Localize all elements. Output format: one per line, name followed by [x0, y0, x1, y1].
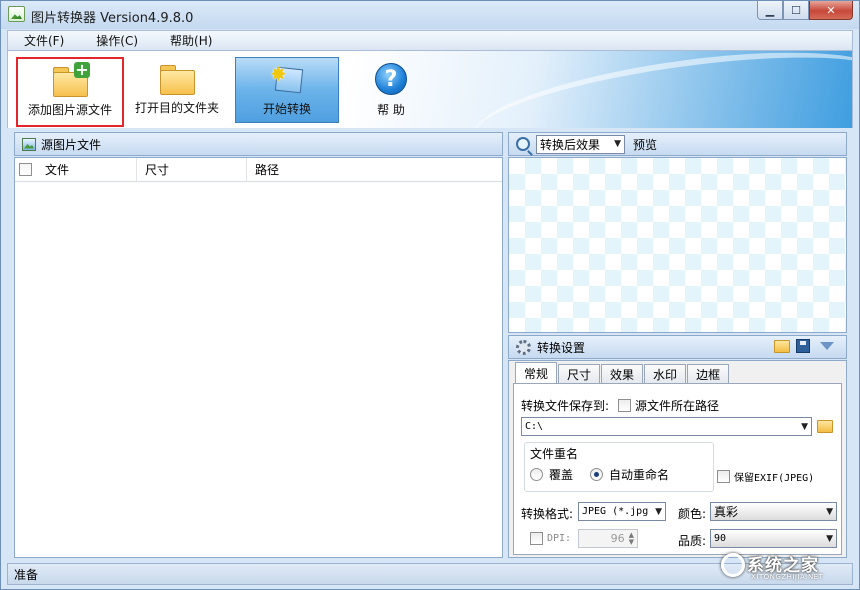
chevron-down-icon: ▼ — [801, 421, 808, 432]
start-convert-button[interactable]: ✸ 开始转换 — [235, 57, 339, 123]
dpi-label: DPI: — [547, 533, 572, 544]
column-size[interactable]: 尺寸 — [137, 157, 247, 182]
chevron-down-icon: ▼ — [655, 506, 662, 517]
column-file[interactable]: 文件 — [37, 157, 137, 182]
color-value: 真彩 — [714, 505, 739, 519]
preview-panel-header: 转换后效果 ▼ 预览 — [508, 132, 847, 156]
start-convert-label: 开始转换 — [262, 102, 311, 116]
menu-file[interactable]: 文件(F) — [8, 32, 80, 49]
preview-mode-value: 转换后效果 — [540, 137, 601, 152]
quality-value: 90 — [714, 533, 727, 544]
save-to-label: 转换文件保存到: — [521, 399, 610, 413]
spin-arrows-icon: ▲ ▼ — [628, 530, 634, 546]
source-file-list[interactable]: 文件 尺寸 路径 — [14, 157, 503, 558]
general-tab-pane: 转换文件保存到: 源文件所在路径 C:\ ▼ 文件重名 覆盖 自动重命名 保留E… — [513, 383, 842, 555]
menu-help[interactable]: 帮助(H) — [154, 32, 228, 49]
minimize-button[interactable]: ▁ — [757, 1, 783, 20]
gear-icon — [516, 339, 531, 355]
save-path-value: C:\ — [525, 421, 544, 432]
window-title: 图片转换器 Version4.9.8.0 — [31, 11, 194, 26]
plus-icon: + — [74, 60, 90, 79]
window-controls: ▁ ☐ ✕ — [757, 1, 853, 21]
app-window: 图片转换器 Version4.9.8.0 ▁ ☐ ✕ 文件(F) 操作(C) 帮… — [0, 0, 860, 590]
add-source-label: 添加图片源文件 — [27, 103, 112, 117]
save-settings-icon[interactable] — [796, 339, 810, 353]
quality-label: 品质: — [678, 534, 707, 548]
chevron-down-icon: ▼ — [826, 533, 833, 544]
toolbar: + 添加图片源文件 打开目的文件夹 ✸ 开始转换 ? 帮 助 — [7, 51, 853, 128]
dpi-value: 96 — [610, 532, 625, 545]
format-label: 转换格式: — [521, 507, 574, 521]
overwrite-label: 覆盖 — [549, 468, 574, 482]
format-value: JPEG (*.jpg — [582, 506, 649, 517]
magnifier-icon — [516, 137, 530, 151]
tab-border[interactable]: 边框 — [687, 364, 730, 384]
tab-general[interactable]: 常规 — [515, 362, 558, 384]
title-bar[interactable]: 图片转换器 Version4.9.8.0 ▁ ☐ ✕ — [1, 1, 859, 29]
chevron-down-icon: ▼ — [826, 506, 833, 517]
color-select[interactable]: 真彩 ▼ — [710, 502, 837, 521]
preview-mode-select[interactable]: 转换后效果 ▼ — [536, 134, 625, 154]
dpi-stepper[interactable]: 96 ▲ ▼ — [578, 529, 638, 548]
menu-operate[interactable]: 操作(C) — [80, 32, 154, 49]
settings-title: 转换设置 — [537, 340, 586, 355]
keep-exif-label: 保留EXIF(JPEG) — [734, 473, 815, 484]
close-button[interactable]: ✕ — [809, 1, 853, 20]
picture-icon — [22, 137, 36, 151]
watermark-logo-icon — [721, 553, 745, 577]
add-source-button[interactable]: + 添加图片源文件 — [16, 57, 124, 127]
select-all-checkbox[interactable] — [19, 163, 32, 176]
overwrite-radio[interactable] — [530, 468, 543, 481]
help-label: 帮 助 — [377, 103, 405, 117]
source-path-label: 源文件所在路径 — [635, 399, 720, 413]
open-target-folder-button[interactable]: 打开目的文件夹 — [126, 57, 228, 123]
menu-bar: 文件(F) 操作(C) 帮助(H) — [7, 30, 853, 51]
folder-add-icon: + — [53, 60, 90, 97]
status-text: 准备 — [14, 567, 39, 582]
collapse-chevron-icon[interactable] — [820, 342, 834, 350]
list-header: 文件 尺寸 路径 — [15, 157, 502, 182]
rename-group-label: 文件重名 — [530, 447, 579, 461]
magic-picture-icon: ✸ — [270, 62, 304, 94]
source-panel-title: 源图片文件 — [41, 137, 102, 152]
chevron-down-icon: ▼ — [614, 139, 621, 149]
settings-tabs: 常规 尺寸 效果 水印 边框 — [515, 362, 730, 384]
auto-rename-radio[interactable] — [590, 468, 603, 481]
auto-rename-label: 自动重命名 — [609, 468, 670, 482]
site-watermark: 系统之家 XITONGZHIJIA.NET — [721, 549, 849, 585]
app-picture-icon — [8, 6, 25, 22]
dpi-checkbox[interactable] — [530, 532, 543, 545]
maximize-button[interactable]: ☐ — [783, 1, 809, 20]
save-path-select[interactable]: C:\ ▼ — [521, 417, 812, 436]
keep-exif-checkbox[interactable] — [717, 470, 730, 483]
tab-watermark[interactable]: 水印 — [644, 364, 687, 384]
column-path[interactable]: 路径 — [247, 158, 502, 182]
preview-label: 预览 — [633, 137, 658, 152]
source-path-checkbox[interactable] — [618, 399, 631, 412]
watermark-site: XITONGZHIJIA.NET — [751, 573, 824, 581]
color-label: 颜色: — [678, 507, 707, 521]
tab-size[interactable]: 尺寸 — [558, 364, 601, 384]
browse-folder-icon[interactable] — [817, 420, 833, 433]
preview-canvas — [508, 157, 847, 333]
open-target-folder-label: 打开目的文件夹 — [134, 101, 219, 115]
load-settings-folder-icon[interactable] — [774, 339, 790, 353]
toolbar-decoration — [467, 51, 852, 128]
folder-icon — [160, 63, 195, 95]
quality-select[interactable]: 90 ▼ — [710, 529, 837, 548]
tab-effects[interactable]: 效果 — [601, 364, 644, 384]
format-select[interactable]: JPEG (*.jpg ▼ — [578, 502, 666, 521]
question-icon: ? — [375, 63, 407, 95]
source-panel-header: 源图片文件 — [14, 132, 503, 156]
help-button[interactable]: ? 帮 助 — [351, 57, 431, 123]
settings-body: 常规 尺寸 效果 水印 边框 转换文件保存到: 源文件所在路径 C:\ ▼ 文件… — [508, 360, 847, 558]
settings-header: 转换设置 — [508, 335, 847, 359]
